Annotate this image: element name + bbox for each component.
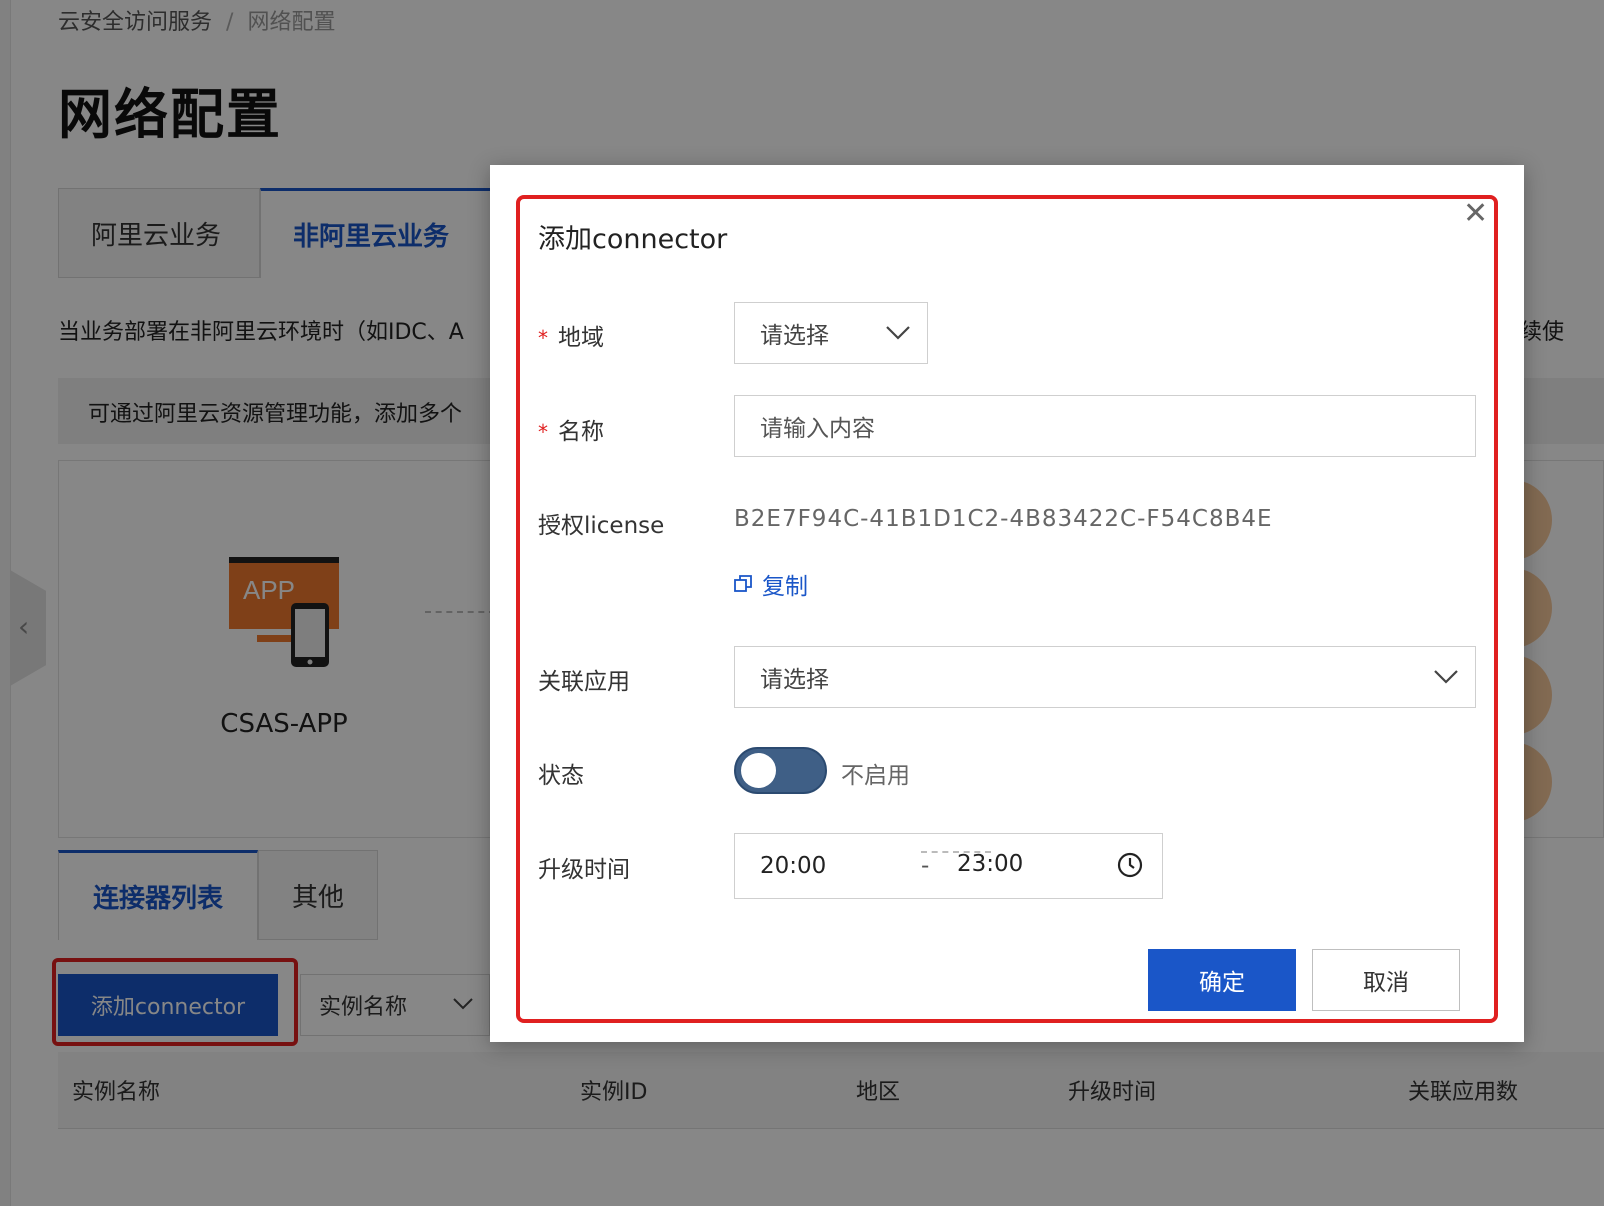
time-start[interactable]: 20:00 <box>760 853 826 879</box>
add-connector-dialog: 添加connector ✕ * 地域 请选择 * 名称 请输入内容 授权licens… <box>490 165 1524 1042</box>
status-toggle[interactable] <box>734 747 827 794</box>
name-input[interactable]: 请输入内容 <box>734 395 1476 457</box>
app-label-field: 关联应用 <box>538 669 630 695</box>
app-placeholder: 请选择 <box>760 667 829 693</box>
region-label: * 地域 <box>538 325 604 351</box>
toggle-knob <box>741 753 776 788</box>
name-label: * 名称 <box>538 419 604 445</box>
status-toggle-text: 不启用 <box>841 763 910 789</box>
upgrade-time-label: 升级时间 <box>538 857 630 883</box>
status-label: 状态 <box>538 763 584 789</box>
copy-license-link[interactable]: 复制 <box>734 567 808 601</box>
license-value: B2E7F94C-41B1D1C2-4B83422C-F54C8B4E <box>734 506 1273 532</box>
required-mark: * <box>538 326 548 350</box>
copy-icon <box>734 575 752 592</box>
chevron-down-icon <box>1434 670 1458 684</box>
upgrade-time-range[interactable]: 20:00 - 23:00 <box>734 833 1163 899</box>
confirm-button[interactable]: 确定 <box>1148 949 1296 1011</box>
close-icon[interactable]: ✕ <box>1463 199 1488 229</box>
cancel-button[interactable]: 取消 <box>1312 949 1460 1011</box>
required-mark: * <box>538 420 548 444</box>
name-placeholder: 请输入内容 <box>760 416 875 442</box>
dialog-title: 添加connector <box>538 224 728 255</box>
clock-icon[interactable] <box>1117 852 1143 878</box>
time-end[interactable]: 23:00 <box>957 851 1023 877</box>
chevron-down-icon <box>886 326 910 340</box>
region-placeholder: 请选择 <box>760 323 829 349</box>
license-label: 授权license <box>538 513 665 539</box>
app-select[interactable]: 请选择 <box>734 646 1476 708</box>
region-select[interactable]: 请选择 <box>734 302 928 364</box>
